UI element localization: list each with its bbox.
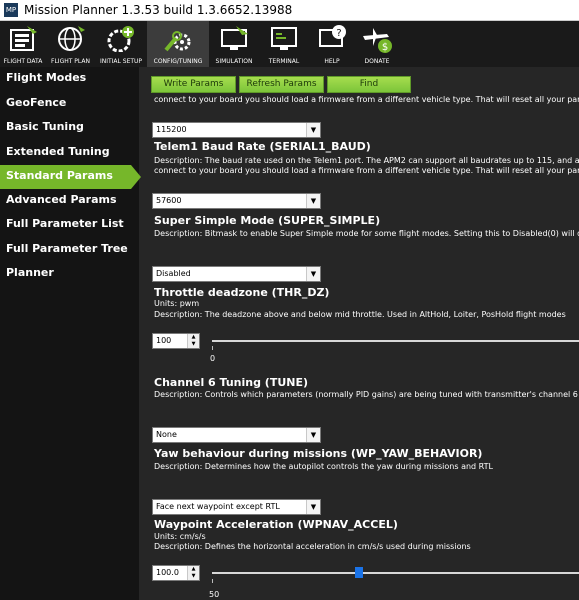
sidebar-item-label: Full Parameter Tree [6,242,128,255]
param-title: Telem1 Baud Rate (SERIAL1_BAUD) [154,140,371,153]
combo-value: 57600 [156,196,182,205]
slider-tick [212,346,213,350]
toolbar-label: HELP [324,58,340,65]
sidebar-item-full-parameter-tree[interactable]: Full Parameter Tree [0,238,139,262]
param-title: Channel 6 Tuning (TUNE) [154,376,309,389]
param-description: Description: Defines the horizontal acce… [154,542,471,551]
wpnav-slider-track[interactable] [212,572,579,574]
toolbar-label: FLIGHT PLAN [51,58,90,65]
toolbar-flight-data[interactable]: FLIGHT DATA [0,21,46,67]
slider-tick [212,579,213,583]
chevron-down-icon: ▼ [306,500,320,514]
sidebar: Flight Modes GeoFence Basic Tuning Exten… [0,67,141,600]
sidebar-item-label: GeoFence [6,96,67,109]
sidebar-item-planner[interactable]: Planner [0,262,139,286]
toolbar-label: DONATE [364,58,390,65]
toolbar-initial-setup[interactable]: INITIAL SETUP [95,21,147,67]
initial-setup-icon [107,26,134,52]
up-down-arrows-icon[interactable]: ▲ ▼ [187,566,199,580]
slider-tick-label: 0 [210,354,216,363]
refresh-params-button[interactable]: Refresh Params [239,76,324,93]
thr-dz-combo[interactable]: Disabled ▼ [152,266,321,282]
window-title: Mission Planner 1.3.53 build 1.3.6652.13… [24,3,293,17]
param-units: Units: pwm [154,299,200,308]
sidebar-item-label: Standard Params [6,169,113,182]
sidebar-item-label: Planner [6,266,54,279]
thr-dz-slider-track[interactable] [212,340,579,342]
thr-dz-spinner[interactable]: 100 ▲ ▼ [152,333,200,349]
flight-data-icon [10,26,37,51]
param-description: Description: Bitmask to enable Super Sim… [154,229,579,238]
sidebar-item-label: Flight Modes [6,71,87,84]
param-description: Description: Controls which parameters (… [154,390,579,399]
donate-icon: $ [363,28,392,53]
toolbar-label: FLIGHT DATA [3,58,43,65]
toolbar-config-tuning[interactable]: CONFIG/TUNING [147,21,209,67]
chevron-down-icon: ▼ [306,123,320,137]
write-params-button[interactable]: Write Params [151,76,236,93]
globe-icon [57,26,85,51]
wpnav-combo[interactable]: Face next waypoint except RTL ▼ [152,499,321,515]
slider-tick-label: 50 [209,590,220,599]
param-description: Description: The baud rate used on the T… [154,156,579,165]
combo-value: Face next waypoint except RTL [156,502,280,511]
super-simple-combo[interactable]: 57600 ▼ [152,193,321,209]
combo-value: Disabled [156,269,191,278]
param-description: connect to your board you should load a … [154,166,579,175]
sidebar-item-flight-modes[interactable]: Flight Modes [0,67,139,91]
spinner-value: 100.0 [156,568,179,577]
sidebar-item-full-parameter-list[interactable]: Full Parameter List [0,213,139,237]
svg-text:?: ? [336,28,341,39]
simulation-icon [221,26,248,50]
wpnav-spinner[interactable]: 100.0 ▲ ▼ [152,565,200,581]
sidebar-item-advanced-params[interactable]: Advanced Params [0,189,139,213]
gear-wrench-icon [164,31,191,52]
toolbar-label: CONFIG/TUNING [153,58,203,65]
toolbar-simulation[interactable]: SIMULATION [209,21,259,67]
sidebar-item-label: Advanced Params [6,193,117,206]
toolbar-label: SIMULATION [215,58,253,65]
sidebar-item-standard-params[interactable]: Standard Params [0,165,141,189]
main-toolbar: FLIGHT DATA FLIGHT PLAN INITIAL SETUP CO… [0,21,579,67]
param-description: Description: Determines how the autopilo… [154,462,493,471]
sidebar-item-extended-tuning[interactable]: Extended Tuning [0,141,139,165]
param-units: Units: cm/s/s [154,532,206,541]
spinner-value: 100 [156,336,172,345]
param-title: Waypoint Acceleration (WPNAV_ACCEL) [154,518,398,531]
chevron-down-icon: ▼ [306,267,320,281]
chevron-down-icon: ▼ [306,428,320,442]
sidebar-item-label: Basic Tuning [6,120,84,133]
toolbar-help[interactable]: ? HELP [309,21,355,67]
params-panel: Write Params Refresh Params Find connect… [147,67,579,600]
sidebar-item-label: Extended Tuning [6,145,110,158]
sidebar-item-geofence[interactable]: GeoFence [0,92,139,116]
find-button[interactable]: Find [327,76,411,93]
param-title: Super Simple Mode (SUPER_SIMPLE) [154,214,381,227]
param-description: Description: The deadzone above and belo… [154,310,566,319]
param-title: Throttle deadzone (THR_DZ) [154,286,330,299]
toolbar-label: TERMINAL [268,58,300,65]
combo-value: None [156,430,177,439]
serial1-baud-combo[interactable]: 115200 ▼ [152,122,321,138]
sidebar-item-label: Full Parameter List [6,217,124,230]
toolbar-terminal[interactable]: TERMINAL [259,21,309,67]
combo-value: 115200 [156,125,187,134]
app-logo: MP [4,3,18,17]
svg-text:$: $ [382,42,388,53]
title-bar: MP Mission Planner 1.3.53 build 1.3.6652… [0,0,579,21]
help-icon: ? [319,25,346,47]
chevron-down-icon: ▼ [306,194,320,208]
param-description: connect to your board you should load a … [154,95,579,104]
up-down-arrows-icon[interactable]: ▲ ▼ [187,334,199,348]
terminal-icon [271,27,297,50]
wpnav-slider-thumb[interactable] [354,567,363,578]
toolbar-flight-plan[interactable]: FLIGHT PLAN [46,21,95,67]
toolbar-label: INITIAL SETUP [99,58,143,65]
wp-yaw-behavior-combo[interactable]: None ▼ [152,427,321,443]
toolbar-donate[interactable]: $ DONATE [355,21,399,67]
sidebar-item-basic-tuning[interactable]: Basic Tuning [0,116,139,140]
param-title: Yaw behaviour during missions (WP_YAW_BE… [154,447,483,460]
